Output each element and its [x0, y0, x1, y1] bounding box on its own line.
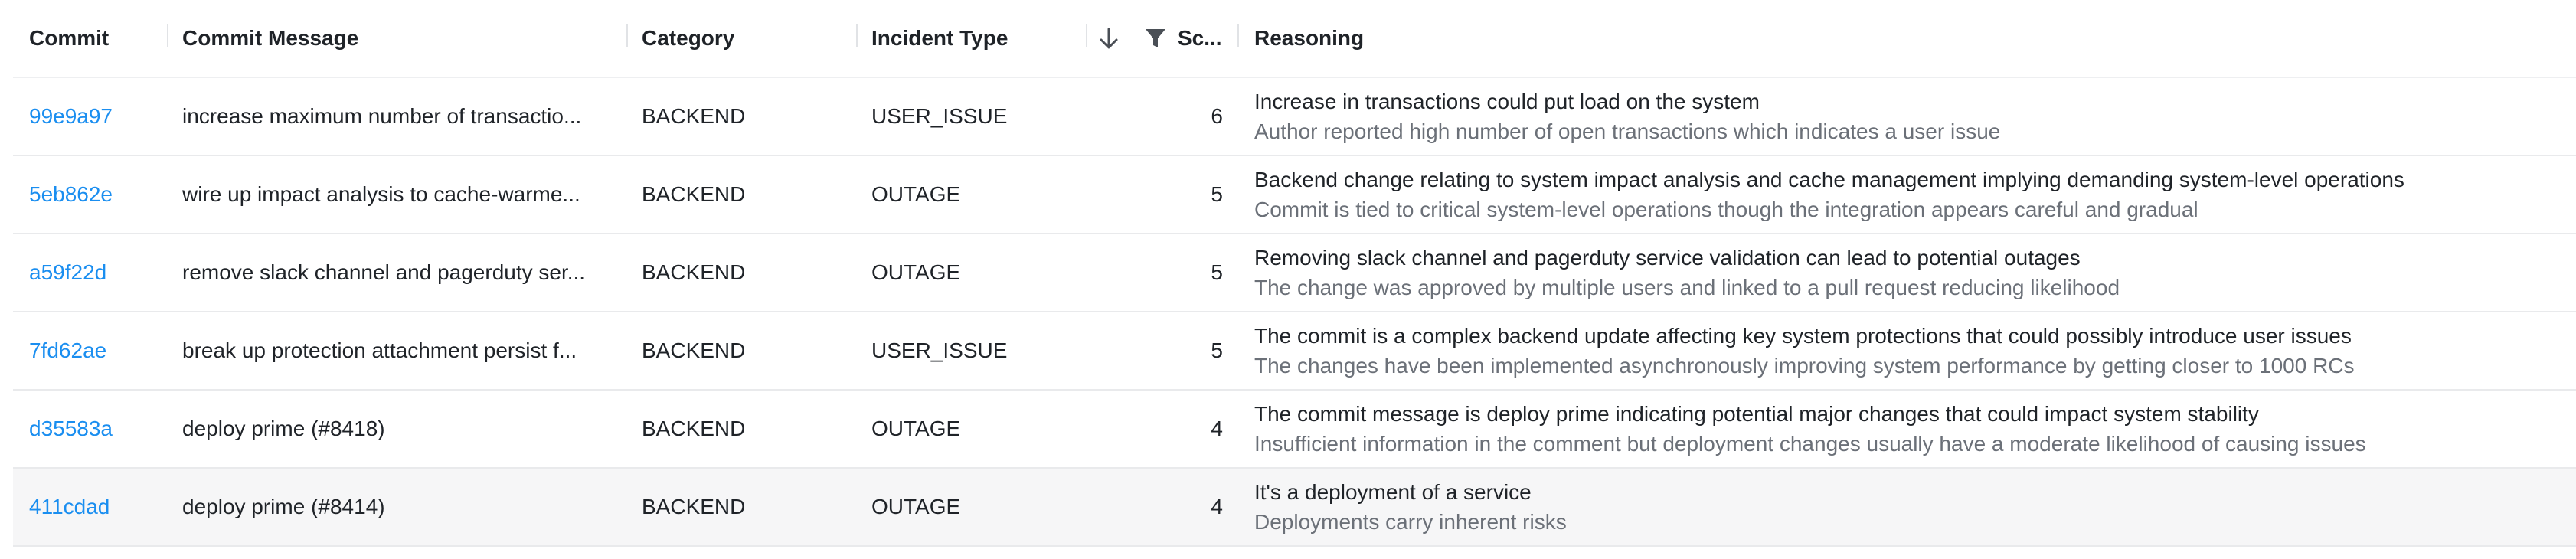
incident-type-value: OUTAGE: [871, 417, 961, 440]
column-divider[interactable]: [856, 24, 858, 47]
commit-hash-link[interactable]: 7fd62ae: [29, 312, 167, 389]
reasoning-cell: Backend change relating to system impact…: [1254, 156, 2571, 233]
reasoning-detail: Deployments carry inherent risks: [1254, 510, 1567, 534]
reasoning-cell: Increase in transactions could put load …: [1254, 78, 2571, 155]
reasoning-cell: The commit message is deploy prime indic…: [1254, 391, 2571, 467]
commit-message: wire up impact analysis to cache-warme..…: [182, 182, 580, 206]
reasoning-summary: The commit is a complex backend update a…: [1254, 324, 2352, 348]
column-header-category[interactable]: Category: [642, 0, 856, 77]
category-value: BACKEND: [642, 260, 746, 284]
commit-message: deploy prime (#8418): [182, 417, 385, 440]
incident-type-value: OUTAGE: [871, 495, 961, 518]
filter-icon[interactable]: [1142, 0, 1169, 77]
table-row[interactable]: a59f22d remove slack channel and pagerdu…: [13, 234, 2576, 312]
incident-type-value: USER_ISSUE: [871, 104, 1008, 128]
commits-table: Commit Commit Message Category Incident …: [13, 0, 2576, 547]
commit-hash-link[interactable]: 5eb862e: [29, 156, 167, 233]
score-value: 5: [1211, 260, 1223, 284]
commit-message: deploy prime (#8414): [182, 495, 385, 518]
incident-type-value: USER_ISSUE: [871, 338, 1008, 362]
column-header-incident-type[interactable]: Incident Type: [871, 0, 1078, 77]
reasoning-detail: Insufficient information in the comment …: [1254, 432, 2366, 456]
commit-hash-link[interactable]: a59f22d: [29, 234, 167, 311]
category-value: BACKEND: [642, 104, 746, 128]
column-header-commit-message[interactable]: Commit Message: [182, 0, 611, 77]
score-value: 5: [1211, 182, 1223, 206]
incident-type-value: OUTAGE: [871, 260, 961, 284]
reasoning-detail: Author reported high number of open tran…: [1254, 119, 2001, 143]
commit-hash-link[interactable]: 99e9a97: [29, 78, 167, 155]
category-value: BACKEND: [642, 338, 746, 362]
category-value: BACKEND: [642, 182, 746, 206]
score-value: 5: [1211, 338, 1223, 362]
category-value: BACKEND: [642, 495, 746, 518]
table-row[interactable]: 411cdad deploy prime (#8414) BACKEND OUT…: [13, 469, 2576, 547]
reasoning-summary: The commit message is deploy prime indic…: [1254, 402, 2259, 426]
reasoning-cell: It's a deployment of a service Deploymen…: [1254, 469, 2571, 545]
reasoning-detail: The change was approved by multiple user…: [1254, 276, 2120, 299]
table-header: Commit Commit Message Category Incident …: [13, 0, 2576, 78]
column-divider[interactable]: [626, 24, 628, 47]
commit-message: remove slack channel and pagerduty ser..…: [182, 260, 586, 284]
column-divider[interactable]: [1086, 24, 1087, 47]
commit-message: break up protection attachment persist f…: [182, 338, 577, 362]
reasoning-summary: Removing slack channel and pagerduty ser…: [1254, 246, 2081, 270]
sort-descending-icon[interactable]: [1095, 0, 1123, 77]
column-header-score[interactable]: Sc...: [1178, 0, 1230, 77]
incident-type-value: OUTAGE: [871, 182, 961, 206]
reasoning-summary: Increase in transactions could put load …: [1254, 90, 1760, 113]
score-value: 4: [1211, 417, 1223, 440]
reasoning-cell: Removing slack channel and pagerduty ser…: [1254, 234, 2571, 311]
table-row[interactable]: 5eb862e wire up impact analysis to cache…: [13, 156, 2576, 234]
reasoning-detail: Commit is tied to critical system-level …: [1254, 198, 2198, 221]
table-row[interactable]: 99e9a97 increase maximum number of trans…: [13, 78, 2576, 156]
reasoning-cell: The commit is a complex backend update a…: [1254, 312, 2571, 389]
reasoning-summary: Backend change relating to system impact…: [1254, 168, 2404, 191]
column-header-commit[interactable]: Commit: [29, 0, 167, 77]
commit-hash-link[interactable]: d35583a: [29, 391, 167, 467]
reasoning-summary: It's a deployment of a service: [1254, 480, 1532, 504]
column-header-reasoning[interactable]: Reasoning: [1254, 0, 1714, 77]
score-value: 4: [1211, 495, 1223, 518]
score-value: 6: [1211, 104, 1223, 128]
commit-hash-link[interactable]: 411cdad: [29, 469, 167, 545]
column-divider[interactable]: [167, 24, 168, 47]
table-row[interactable]: 7fd62ae break up protection attachment p…: [13, 312, 2576, 391]
reasoning-detail: The changes have been implemented asynch…: [1254, 354, 2355, 378]
column-divider[interactable]: [1237, 24, 1239, 47]
category-value: BACKEND: [642, 417, 746, 440]
table-row[interactable]: d35583a deploy prime (#8418) BACKEND OUT…: [13, 391, 2576, 469]
commit-message: increase maximum number of transactio...: [182, 104, 582, 128]
